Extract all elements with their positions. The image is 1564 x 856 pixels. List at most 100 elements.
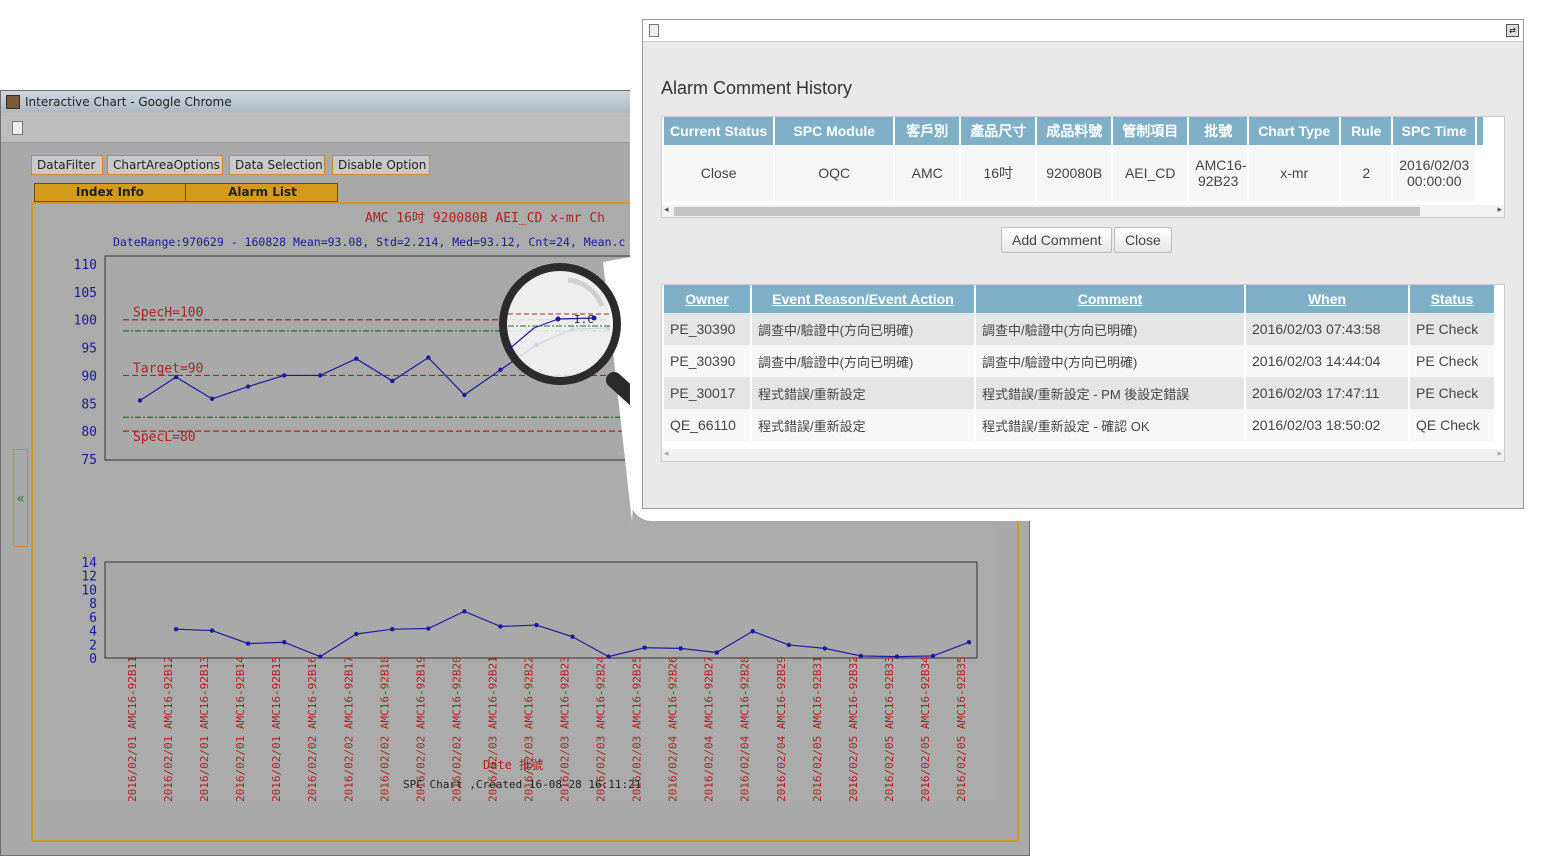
chart-title: AMC 16吋 920080B AEI_CD x-mr Ch — [365, 211, 605, 226]
history-cell: 調查中/驗證中(方向已明確) — [976, 313, 1244, 345]
disable-option-button[interactable]: Disable Option — [332, 155, 430, 175]
summary-header-6: 批號 — [1189, 117, 1248, 145]
x-tick-label: 2016/02/05 AMC16-92B34 — [919, 656, 932, 802]
table-row[interactable]: PE_30390 調查中/驗證中(方向已明確) 調查中/驗證中(方向已明確) 2016… — [664, 345, 1494, 377]
mr-point — [822, 646, 828, 651]
target-label: Target=90 — [133, 361, 203, 376]
summary-header-overflow — [1477, 117, 1484, 145]
tab-alarm-list[interactable]: Alarm List — [187, 184, 338, 201]
x-point — [137, 398, 143, 403]
summary-header-2: 客戶別 — [895, 117, 960, 145]
x-point — [426, 355, 431, 360]
history-cell: 2016/02/03 14:44:04 — [1246, 345, 1408, 377]
mr-point — [354, 631, 359, 637]
chart-footer: SPC Chart ,Created 16-08-28 16:11:21 — [403, 778, 641, 791]
history-cell: PE Check — [1410, 345, 1494, 377]
chrome-app-icon — [6, 95, 20, 109]
x-ytick: 80 — [81, 425, 97, 440]
summary-cell-6: AMC16-92B23 — [1189, 145, 1248, 201]
mr-point — [426, 626, 431, 631]
data-selection-button[interactable]: Data Selection — [229, 155, 325, 175]
close-button[interactable]: Close — [1114, 227, 1172, 253]
mr-point — [714, 650, 719, 655]
history-cell: 2016/02/03 18:50:02 — [1246, 409, 1408, 441]
collapse-handle[interactable]: « — [13, 449, 28, 547]
datafilter-button[interactable]: DataFilter — [31, 155, 103, 175]
history-scrollbar[interactable]: ◂ ▸ — [662, 449, 1504, 461]
summary-header-5: 管制項目 — [1113, 117, 1188, 145]
x-point — [281, 373, 287, 378]
summary-cell-4: 920080B — [1037, 145, 1112, 201]
summary-cell-9: 2016/02/03 00:00:00 — [1393, 145, 1476, 201]
alarm-comment-dialog: ⇄ Alarm Comment History Current Status SP… — [642, 19, 1524, 509]
history-cell: 程式錯誤/重新設定 — [752, 409, 974, 441]
summary-cell-8: 2 — [1341, 145, 1392, 201]
mr-point — [966, 640, 972, 645]
mr-point — [245, 641, 251, 646]
summary-cell-5: AEI_CD — [1113, 145, 1188, 201]
summary-header-3: 產品尺寸 — [961, 117, 1036, 145]
history-cell: 調查中/驗證中(方向已明確) — [752, 345, 974, 377]
spec-high-label: SpecH=100 — [133, 306, 203, 321]
history-cell: 程式錯誤/重新設定 - PM 後設定錯誤 — [976, 377, 1244, 409]
scroll-right-icon[interactable]: ▸ — [1497, 205, 1502, 215]
summary-cell-7: x-mr — [1249, 145, 1340, 201]
history-header-1[interactable]: Event Reason/Event Action — [752, 285, 974, 313]
history-cell: 程式錯誤/重新設定 — [752, 377, 974, 409]
summary-header-7: Chart Type — [1249, 117, 1340, 145]
history-header-0[interactable]: Owner — [664, 285, 750, 313]
x-point — [354, 356, 359, 361]
mr-point — [498, 624, 503, 629]
mr-point — [750, 629, 755, 634]
chartareaoptions-button[interactable]: ChartAreaOptions — [107, 155, 223, 175]
history-cell: 2016/02/03 07:43:58 — [1246, 313, 1408, 345]
mr-ytick: 0 — [89, 652, 97, 667]
mr-label: I.C — [574, 313, 594, 326]
x-point — [209, 396, 215, 402]
table-row[interactable]: PE_30390 調查中/驗證中(方向已明確) 調查中/驗證中(方向已明確) 2016… — [664, 313, 1494, 345]
translate-icon[interactable]: ⇄ — [1506, 24, 1519, 37]
dialog-title: Alarm Comment History — [661, 78, 853, 98]
history-header-4[interactable]: Status — [1410, 285, 1494, 313]
tab-index-info[interactable]: Index Info — [35, 184, 186, 201]
x-ytick: 110 — [74, 258, 97, 273]
scroll-right-icon[interactable]: ▸ — [1497, 449, 1502, 459]
x-ytick: 75 — [81, 453, 97, 468]
mr-chart-plot-area — [104, 561, 978, 659]
x-tick-label: 2016/02/01 AMC16-92B13 — [198, 656, 211, 802]
scroll-left-icon[interactable]: ◂ — [664, 449, 669, 459]
scroll-thumb[interactable] — [674, 207, 1420, 216]
x-point — [173, 374, 179, 380]
mr-point — [678, 646, 683, 651]
history-cell: QE Check — [1410, 409, 1494, 441]
summary-cell-3: 16吋 — [961, 145, 1036, 201]
page-icon — [649, 24, 659, 37]
summary-scrollbar[interactable]: ◂ ▸ — [662, 205, 1504, 217]
mr-point — [281, 640, 287, 645]
x-point — [245, 384, 251, 389]
x-tick-label: 2016/02/01 AMC16-92B15 — [270, 656, 283, 802]
x-tick-label: 2016/02/01 AMC16-92B12 — [162, 656, 175, 802]
window-title: Interactive Chart - Google Chrome — [25, 95, 232, 109]
x-tick-label: 2016/02/01 AMC16-92B11 — [126, 656, 139, 802]
history-cell: 調查中/驗證中(方向已明確) — [752, 313, 974, 345]
x-tick-label: 2016/02/04 AMC16-92B26 — [667, 656, 680, 802]
x-tick-label: 2016/02/05 AMC16-92B32 — [847, 656, 860, 802]
x-tick-label: 2016/02/02 AMC16-92B17 — [342, 656, 355, 802]
x-ytick: 100 — [74, 314, 97, 329]
history-header-3[interactable]: When — [1246, 285, 1408, 313]
table-row[interactable]: PE_30017 程式錯誤/重新設定 程式錯誤/重新設定 - PM 後設定錯誤 201… — [664, 377, 1494, 409]
x-tick-label: 2016/02/02 AMC16-92B16 — [306, 656, 319, 802]
history-cell: QE_66110 — [664, 409, 750, 441]
summary-cell-0: Close — [664, 145, 774, 201]
history-header-2[interactable]: Comment — [976, 285, 1244, 313]
mr-point — [390, 627, 395, 632]
add-comment-button[interactable]: Add Comment — [1001, 227, 1113, 253]
history-cell: PE_30017 — [664, 377, 750, 409]
summary-table: Current Status SPC Module 客戶別 產品尺寸 成品料號 管制項目批… — [662, 117, 1485, 201]
table-row[interactable]: QE_66110 程式錯誤/重新設定 程式錯誤/重新設定 - 確認 OK 2016/0… — [664, 409, 1494, 441]
x-tick-label: 2016/02/05 AMC16-92B35 — [955, 656, 968, 802]
history-table: Owner Event Reason/Event Action Comment Whe… — [662, 285, 1496, 441]
scroll-left-icon[interactable]: ◂ — [664, 205, 669, 215]
history-cell: 調查中/驗證中(方向已明確) — [976, 345, 1244, 377]
